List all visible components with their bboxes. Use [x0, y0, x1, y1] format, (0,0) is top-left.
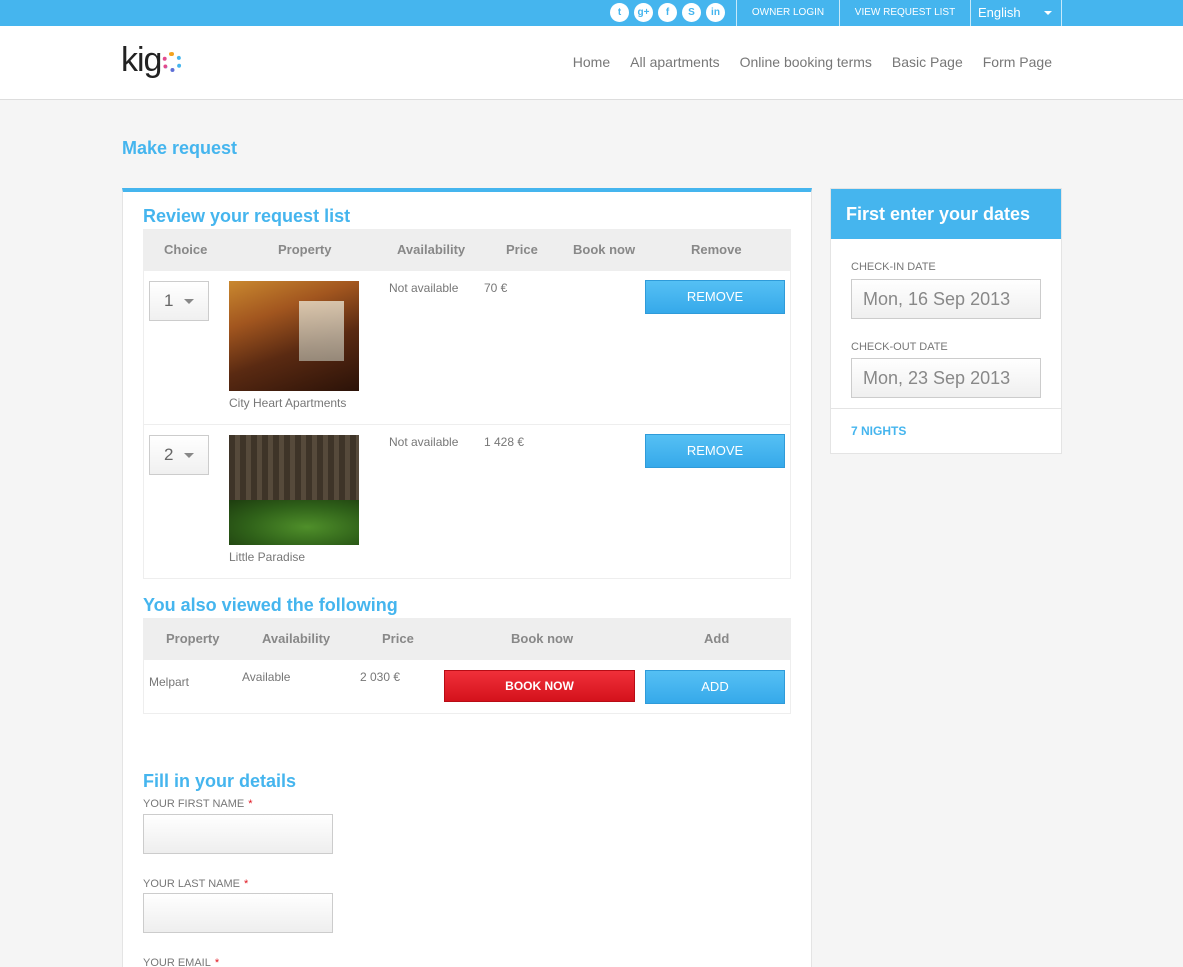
chevron-down-icon: [1044, 11, 1052, 15]
social-links: t g+ f S in: [610, 3, 725, 22]
twitter-icon[interactable]: t: [610, 3, 629, 22]
kigo-logo[interactable]: kig: [121, 40, 183, 80]
nav-all-apartments[interactable]: All apartments: [630, 54, 719, 70]
column-header: Property: [278, 242, 332, 257]
owner-login-link[interactable]: OWNER LOGIN: [736, 0, 839, 26]
choice-value: 2: [164, 445, 174, 464]
table-header: Choice Property Availability Price Book …: [144, 230, 790, 270]
language-value: English: [978, 5, 1021, 20]
required-mark: *: [244, 878, 249, 890]
also-viewed-title: You also viewed the following: [143, 595, 398, 615]
column-header: Property: [166, 631, 220, 646]
request-list-table: Choice Property Availability Price Book …: [143, 229, 791, 579]
email-label: YOUR EMAIL *: [143, 957, 219, 967]
details-title: Fill in your details: [143, 771, 297, 791]
page-title: Make request: [122, 138, 238, 158]
last-name-input[interactable]: [143, 893, 333, 933]
label-text: YOUR EMAIL: [143, 957, 211, 967]
request-list-title: Review your request list: [143, 206, 351, 226]
dates-sidebar: First enter your dates CHECK-IN DATE Mon…: [830, 188, 1062, 454]
availability-value: Not available: [389, 435, 459, 449]
nav-online-booking-terms[interactable]: Online booking terms: [740, 54, 872, 70]
first-name-label: YOUR FIRST NAME *: [143, 798, 253, 810]
column-header: Book now: [573, 242, 636, 257]
table-header: Property Availability Price Book now Add: [144, 619, 790, 659]
availability-value: Not available: [389, 281, 459, 295]
logo-ring-icon: [162, 52, 183, 72]
remove-button[interactable]: REMOVE: [645, 434, 785, 468]
skype-icon[interactable]: S: [682, 3, 701, 22]
also-viewed-table: Property Availability Price Book now Add…: [143, 618, 791, 714]
choice-select[interactable]: 1: [149, 281, 209, 321]
checkin-date-input[interactable]: Mon, 16 Sep 2013: [851, 279, 1041, 319]
table-row: Melpart Available 2 030 € BOOK NOW ADD: [144, 659, 790, 713]
column-header: Availability: [397, 242, 466, 257]
required-mark: *: [214, 957, 220, 967]
linkedin-icon[interactable]: in: [706, 3, 725, 22]
column-header: Add: [704, 631, 730, 646]
language-select[interactable]: English: [970, 0, 1062, 26]
column-header: Availability: [262, 631, 331, 646]
property-name[interactable]: Little Paradise: [229, 550, 305, 564]
checkin-label: CHECK-IN DATE: [851, 261, 936, 273]
availability-value: Available: [242, 670, 291, 684]
nav-form-page[interactable]: Form Page: [983, 54, 1052, 70]
price-value: 1 428 €: [484, 435, 525, 449]
add-button[interactable]: ADD: [645, 670, 785, 704]
nav-home[interactable]: Home: [573, 54, 610, 70]
column-header: Book now: [511, 631, 574, 646]
column-header: Choice: [164, 242, 208, 257]
table-row: 2 Little Paradise Not available 1 428 € …: [144, 424, 790, 578]
column-header: Price: [382, 631, 414, 646]
facebook-icon[interactable]: f: [658, 3, 677, 22]
chevron-down-icon: [184, 299, 194, 304]
price-value: 70 €: [484, 281, 508, 295]
nights-count: 7 NIGHTS: [851, 424, 907, 438]
remove-button[interactable]: REMOVE: [645, 280, 785, 314]
property-name[interactable]: Melpart: [149, 675, 189, 689]
main-nav: Home All apartments Online booking terms…: [573, 54, 1052, 70]
site-header: kig Home All apartments Online booking t…: [0, 26, 1183, 100]
logo-text: kig: [121, 41, 162, 79]
google-plus-icon[interactable]: g+: [634, 3, 653, 22]
table-row: 1 City Heart Apartments Not available 70…: [144, 270, 790, 424]
request-panel: Review your request list Choice Property…: [122, 188, 812, 967]
label-text: YOUR FIRST NAME: [143, 798, 245, 810]
top-bar: t g+ f S in OWNER LOGIN VIEW REQUEST LIS…: [0, 0, 1183, 26]
checkout-label: CHECK-OUT DATE: [851, 341, 948, 353]
property-image[interactable]: [229, 435, 359, 545]
required-mark: *: [248, 798, 253, 810]
divider: [831, 408, 1061, 409]
property-image[interactable]: [229, 281, 359, 391]
label-text: YOUR LAST NAME: [143, 878, 240, 890]
nav-basic-page[interactable]: Basic Page: [892, 54, 963, 70]
column-header: Price: [506, 242, 538, 257]
choice-select[interactable]: 2: [149, 435, 209, 475]
first-name-input[interactable]: [143, 814, 333, 854]
last-name-label: YOUR LAST NAME *: [143, 878, 248, 890]
property-name[interactable]: City Heart Apartments: [229, 396, 346, 410]
chevron-down-icon: [184, 453, 194, 458]
choice-value: 1: [164, 291, 174, 310]
view-request-list-link[interactable]: VIEW REQUEST LIST: [839, 0, 970, 26]
dates-title: First enter your dates: [831, 189, 1061, 239]
price-value: 2 030 €: [360, 670, 401, 684]
checkout-date-input[interactable]: Mon, 23 Sep 2013: [851, 358, 1041, 398]
book-now-button[interactable]: BOOK NOW: [444, 670, 635, 702]
column-header: Remove: [691, 242, 742, 257]
